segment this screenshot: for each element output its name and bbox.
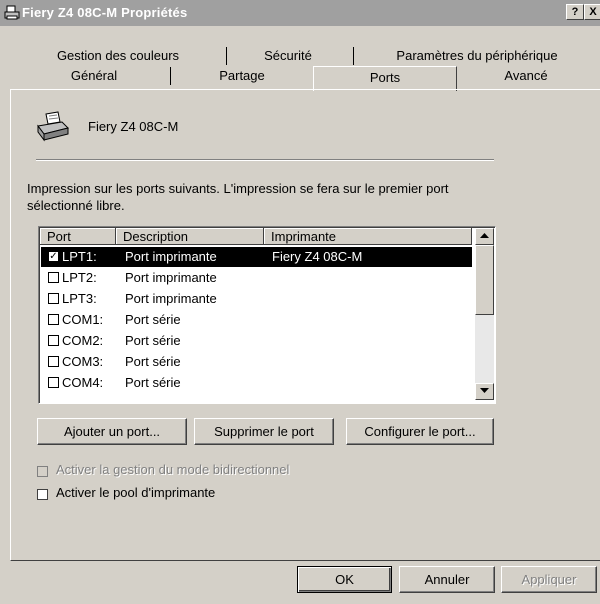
port-checkbox[interactable] [48, 335, 59, 346]
printer-cell: Fiery Z4 08C-M [272, 249, 363, 264]
port-checkbox[interactable]: ✓ [48, 251, 59, 262]
printer-icon [4, 5, 20, 20]
table-row[interactable]: LPT3: Port imprimante [41, 289, 472, 309]
port-cell: COM3: [62, 354, 104, 369]
tab-avance[interactable]: Avancé [458, 67, 594, 85]
window-title: Fiery Z4 08C-M Propriétés [22, 5, 188, 20]
scroll-down-button[interactable] [475, 383, 494, 400]
port-cell: COM1: [62, 312, 104, 327]
separator [36, 159, 494, 161]
scroll-thumb[interactable] [475, 245, 494, 315]
table-row[interactable]: COM1: Port série [41, 310, 472, 330]
tab-general[interactable]: Général [20, 67, 168, 85]
title-bar[interactable]: Fiery Z4 08C-M Propriétés ? X [0, 0, 600, 26]
description-cell: Port imprimante [125, 270, 217, 285]
description-cell: Port imprimante [125, 291, 217, 306]
cancel-button[interactable]: Annuler [399, 566, 495, 593]
tab-ports[interactable]: Ports [313, 66, 457, 91]
description-cell: Port série [125, 354, 181, 369]
port-cell: LPT1: [62, 249, 97, 264]
arrow-up-icon [480, 233, 489, 238]
ok-button[interactable]: OK [297, 566, 392, 593]
tab-partage[interactable]: Partage [172, 67, 312, 85]
port-cell: COM4: [62, 375, 104, 390]
bidirectional-label: Activer la gestion du mode bidirectionne… [56, 462, 290, 477]
description-cell: Port série [125, 333, 181, 348]
port-checkbox[interactable] [48, 293, 59, 304]
configure-port-button[interactable]: Configurer le port... [346, 418, 494, 445]
properties-dialog: Fiery Z4 08C-M Propriétés ? X Gestion de… [0, 0, 600, 604]
port-cell: LPT2: [62, 270, 97, 285]
add-port-button[interactable]: Ajouter un port... [37, 418, 187, 445]
port-cell: LPT3: [62, 291, 97, 306]
delete-port-button[interactable]: Supprimer le port [194, 418, 334, 445]
port-checkbox[interactable] [48, 272, 59, 283]
table-row[interactable]: LPT2: Port imprimante [41, 268, 472, 288]
port-cell: COM2: [62, 333, 104, 348]
bidirectional-checkbox[interactable] [37, 466, 48, 477]
tab-divider [353, 47, 354, 65]
help-button[interactable]: ? [566, 4, 584, 20]
tab-parametres-peripherique[interactable]: Paramètres du périphérique [362, 47, 592, 65]
description-text: Impression sur les ports suivants. L'imp… [27, 181, 449, 213]
table-row[interactable]: ✓ LPT1: Port imprimante Fiery Z4 08C-M [41, 247, 472, 267]
description-cell: Port série [125, 312, 181, 327]
arrow-down-icon [480, 388, 489, 393]
tab-divider [226, 47, 227, 65]
port-checkbox[interactable] [48, 377, 59, 388]
vertical-scrollbar[interactable] [475, 228, 494, 400]
table-row[interactable]: COM4: Port série [41, 373, 472, 393]
port-checkbox[interactable] [48, 356, 59, 367]
scroll-up-button[interactable] [475, 228, 494, 245]
printer-icon [37, 111, 69, 142]
table-row[interactable]: COM3: Port série [41, 352, 472, 372]
port-checkbox[interactable] [48, 314, 59, 325]
column-header-imprimante[interactable]: Imprimante [264, 228, 472, 245]
apply-button[interactable]: Appliquer [501, 566, 597, 593]
ports-list[interactable]: Port Description Imprimante ✓ LPT1: Port… [38, 226, 496, 404]
pool-checkbox[interactable] [37, 489, 48, 500]
column-header-port[interactable]: Port [40, 228, 116, 245]
tab-gestion-couleurs[interactable]: Gestion des couleurs [20, 47, 216, 65]
table-row[interactable]: COM2: Port série [41, 331, 472, 351]
printer-name: Fiery Z4 08C-M [88, 119, 179, 134]
column-header-description[interactable]: Description [116, 228, 264, 245]
tab-divider [170, 67, 171, 85]
close-button[interactable]: X [584, 4, 600, 20]
pool-label: Activer le pool d'imprimante [56, 485, 216, 500]
description-cell: Port imprimante [125, 249, 217, 264]
description-cell: Port série [125, 375, 181, 390]
tab-securite[interactable]: Sécurité [228, 47, 348, 65]
